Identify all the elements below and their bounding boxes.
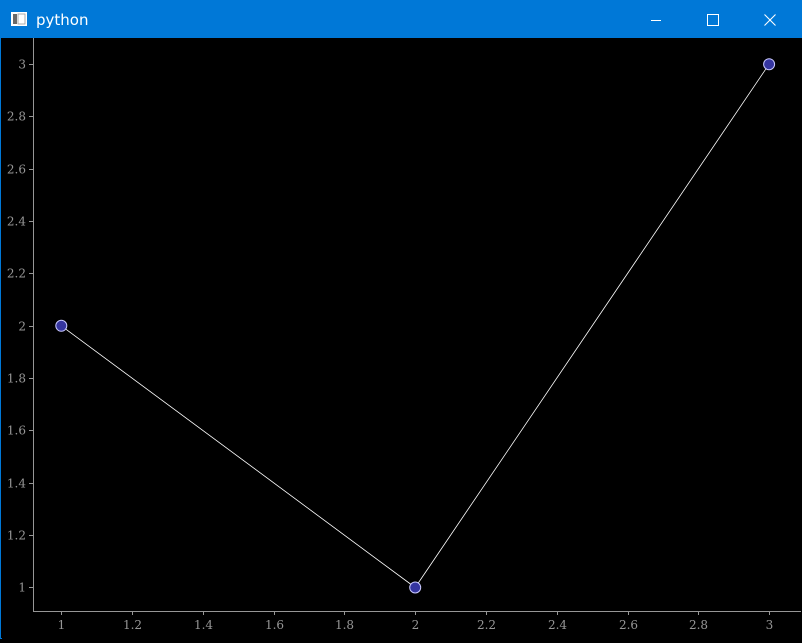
plot-area[interactable]: 1 1.2 1.4 1.6 1.8 2 2.2 2.4 2.6 2.8 3 1 1.2 1.4 1.6 1.8… [2, 38, 802, 639]
data-point [409, 581, 422, 594]
maximize-button[interactable] [690, 1, 736, 38]
line-chart: 1 1.2 1.4 1.6 1.8 2 2.2 2.4 2.6 2.8 3 1 1.2 1.4 1.6 1.8… [7, 38, 801, 632]
y-tick-label: 1.4 [7, 477, 26, 491]
title-bar[interactable]: python [1, 1, 801, 38]
minimize-icon [651, 19, 661, 21]
window-app-icon [11, 12, 27, 26]
y-tick-label: 2.2 [7, 267, 26, 281]
x-tick-label: 3 [766, 618, 774, 632]
y-tick-label: 3 [18, 58, 26, 72]
x-tick-label: 2.8 [689, 618, 708, 632]
data-point [763, 58, 776, 71]
y-tick-label: 1.6 [7, 424, 26, 438]
x-tick-label: 2 [412, 618, 420, 632]
y-tick-label: 1.8 [7, 372, 26, 386]
close-icon [764, 13, 776, 26]
x-tick-label: 1.4 [194, 618, 213, 632]
data-point [55, 319, 68, 332]
maximize-icon [707, 13, 719, 26]
y-tick-label: 2 [18, 320, 26, 334]
y-tick-label: 1 [18, 581, 26, 595]
y-tick-label: 2.6 [7, 163, 26, 177]
series-line [61, 63, 770, 589]
minimize-button[interactable] [633, 1, 679, 38]
close-button[interactable] [747, 1, 793, 38]
x-tick-label: 1.2 [123, 618, 142, 632]
x-tick-label: 1 [58, 618, 66, 632]
x-tick-label: 1.8 [335, 618, 354, 632]
app-window: python 1 1.2 1.4 1.6 1.8 2 2.2 2.4 2.6 2.8 3 1 1.2 1.… [0, 0, 802, 639]
window-title: python [36, 11, 89, 29]
y-tick-label: 2.4 [7, 215, 26, 229]
x-tick-label: 1.6 [265, 618, 284, 632]
y-tick-label: 1.2 [7, 529, 26, 543]
x-tick-label: 2.6 [619, 618, 638, 632]
x-tick-label: 2.2 [477, 618, 496, 632]
y-tick-label: 2.8 [7, 110, 26, 124]
x-tick-label: 2.4 [548, 618, 567, 632]
